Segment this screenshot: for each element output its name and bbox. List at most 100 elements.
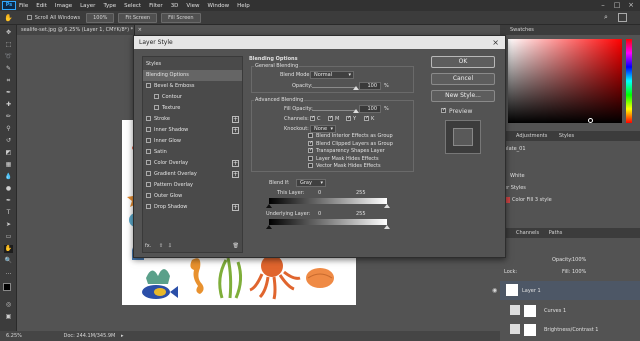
- style-item-blending-options[interactable]: Blending Options: [143, 70, 242, 81]
- style-item-stroke[interactable]: Stroke +: [143, 114, 242, 125]
- this-layer-white-thumb[interactable]: [384, 204, 390, 208]
- style-item-satin[interactable]: Satin: [143, 147, 242, 158]
- style-checkbox[interactable]: [146, 182, 151, 187]
- type-tool-icon[interactable]: T: [4, 209, 13, 217]
- blend-mode-select[interactable]: Normal ▾: [310, 71, 354, 79]
- brush-tool-icon[interactable]: ✏: [4, 113, 13, 121]
- quick-select-tool-icon[interactable]: ✎: [4, 65, 13, 73]
- quick-mask-icon[interactable]: ◎: [4, 301, 13, 309]
- style-checkbox[interactable]: [154, 105, 159, 110]
- channel-m-checkbox[interactable]: ✓: [328, 116, 333, 121]
- menu-3d[interactable]: 3D: [171, 3, 179, 9]
- channel-c-checkbox[interactable]: ✓: [310, 116, 315, 121]
- stamp-tool-icon[interactable]: ⚲: [4, 125, 13, 133]
- color-fill-style[interactable]: Color Fill 3 style: [512, 197, 552, 203]
- styles-header[interactable]: Styles: [143, 59, 242, 70]
- style-item-color-overlay[interactable]: Color Overlay +: [143, 158, 242, 169]
- foreground-color-swatch[interactable]: [3, 283, 11, 291]
- channel-y-checkbox[interactable]: ✓: [346, 116, 351, 121]
- knockout-select[interactable]: None ▾: [310, 125, 336, 133]
- add-effect-icon[interactable]: +: [232, 127, 239, 134]
- eraser-tool-icon[interactable]: ◩: [4, 149, 13, 157]
- blend-if-select[interactable]: Gray ▾: [296, 179, 326, 187]
- option-checkbox-4[interactable]: [308, 163, 313, 168]
- healing-tool-icon[interactable]: ✚: [4, 101, 13, 109]
- search-icon[interactable]: ⌕: [604, 13, 608, 22]
- move-down-icon[interactable]: ⇩: [168, 243, 172, 249]
- style-checkbox[interactable]: [154, 94, 159, 99]
- style-checkbox[interactable]: [146, 138, 151, 143]
- menu-layer[interactable]: Layer: [80, 3, 95, 9]
- layer-name[interactable]: Curves 1: [544, 308, 566, 314]
- marquee-tool-icon[interactable]: ⬚: [4, 41, 13, 49]
- document-tab[interactable]: sealife-set.jpg @ 6.25% (Layer 1, CMYK/8…: [17, 25, 142, 35]
- menu-file[interactable]: File: [19, 3, 28, 9]
- add-effect-icon[interactable]: +: [232, 116, 239, 123]
- opacity-slider-track[interactable]: [312, 87, 356, 88]
- underlying-black-thumb[interactable]: [266, 225, 272, 229]
- color-picker-field[interactable]: [508, 39, 622, 123]
- dialog-close-icon[interactable]: ×: [492, 36, 499, 49]
- move-up-icon[interactable]: ⇧: [159, 243, 163, 249]
- hand-tool-icon[interactable]: ✋: [4, 245, 13, 253]
- add-effect-icon[interactable]: +: [232, 171, 239, 178]
- fill-opacity-input[interactable]: 100: [359, 105, 381, 113]
- style-item-drop-shadow[interactable]: Drop Shadow +: [143, 202, 242, 213]
- layer-name[interactable]: Layer 1: [522, 288, 541, 294]
- tab-channels[interactable]: Channels: [516, 230, 539, 236]
- move-tool-icon[interactable]: ✥: [4, 29, 13, 37]
- window-close-icon[interactable]: ×: [624, 0, 638, 11]
- history-brush-icon[interactable]: ↺: [4, 137, 13, 145]
- layer-row-curves[interactable]: Curves 1: [500, 302, 640, 319]
- option-checkbox-3[interactable]: [308, 155, 313, 161]
- path-select-icon[interactable]: ➤: [4, 221, 13, 229]
- style-item-gradient-overlay[interactable]: Gradient Overlay +: [143, 169, 242, 180]
- zoom-100-button[interactable]: 100%: [86, 12, 115, 23]
- status-arrow-icon[interactable]: ▸: [121, 333, 124, 339]
- option-checkbox-0[interactable]: [308, 133, 313, 138]
- color-picker-cursor[interactable]: [588, 118, 593, 123]
- style-checkbox[interactable]: [146, 149, 151, 154]
- option-checkbox-1[interactable]: ✓: [308, 140, 313, 146]
- menu-image[interactable]: Image: [55, 3, 72, 9]
- tab-swatches[interactable]: Swatches: [510, 27, 534, 33]
- layer-name[interactable]: Brightness/Contrast 1: [544, 327, 598, 333]
- preview-checkbox[interactable]: ✓: [441, 108, 446, 113]
- menu-filter[interactable]: Filter: [149, 3, 163, 9]
- menu-type[interactable]: Type: [103, 3, 116, 9]
- style-checkbox[interactable]: [146, 171, 151, 176]
- option-checkbox-2[interactable]: ✓: [308, 148, 313, 153]
- underlying-white-thumb[interactable]: [384, 225, 390, 229]
- zoom-tool-icon[interactable]: 🔍: [4, 257, 13, 265]
- menu-help[interactable]: Help: [237, 3, 250, 9]
- menu-select[interactable]: Select: [124, 3, 141, 9]
- scroll-all-checkbox[interactable]: [26, 15, 32, 20]
- opacity-input[interactable]: 100: [359, 82, 381, 90]
- preset-label[interactable]: plate_01: [504, 146, 526, 152]
- menu-view[interactable]: View: [186, 3, 199, 9]
- menu-edit[interactable]: Edit: [36, 3, 47, 9]
- fx-icon[interactable]: fx.: [145, 243, 151, 249]
- layer-row-brightness[interactable]: Brightness/Contrast 1: [500, 321, 640, 338]
- eyedropper-tool-icon[interactable]: ✒: [4, 89, 13, 97]
- tab-paths[interactable]: Paths: [549, 230, 563, 236]
- gradient-tool-icon[interactable]: ▦: [4, 161, 13, 169]
- maximize-icon[interactable]: □: [610, 0, 624, 11]
- more-tools-icon[interactable]: …: [4, 269, 13, 277]
- zoom-level[interactable]: 6.25%: [6, 333, 22, 339]
- crop-tool-icon[interactable]: ⌗: [4, 77, 13, 85]
- hue-slider[interactable]: [626, 39, 632, 123]
- style-checkbox[interactable]: [146, 127, 151, 132]
- workspace-icon[interactable]: [618, 13, 627, 22]
- style-item-outer-glow[interactable]: Outer Glow: [143, 191, 242, 202]
- layer-row-layer1[interactable]: ◉ Layer 1: [492, 281, 640, 300]
- channel-k-checkbox[interactable]: ✓: [364, 116, 369, 121]
- ok-button[interactable]: OK: [431, 56, 495, 68]
- style-item-pattern-overlay[interactable]: Pattern Overlay: [143, 180, 242, 191]
- cancel-button[interactable]: Cancel: [431, 73, 495, 85]
- style-item-inner-shadow[interactable]: Inner Shadow +: [143, 125, 242, 136]
- this-layer-black-thumb[interactable]: [266, 204, 272, 208]
- shape-tool-icon[interactable]: ▭: [4, 233, 13, 241]
- trash-icon[interactable]: 🗑: [233, 243, 239, 249]
- menu-window[interactable]: Window: [207, 3, 229, 9]
